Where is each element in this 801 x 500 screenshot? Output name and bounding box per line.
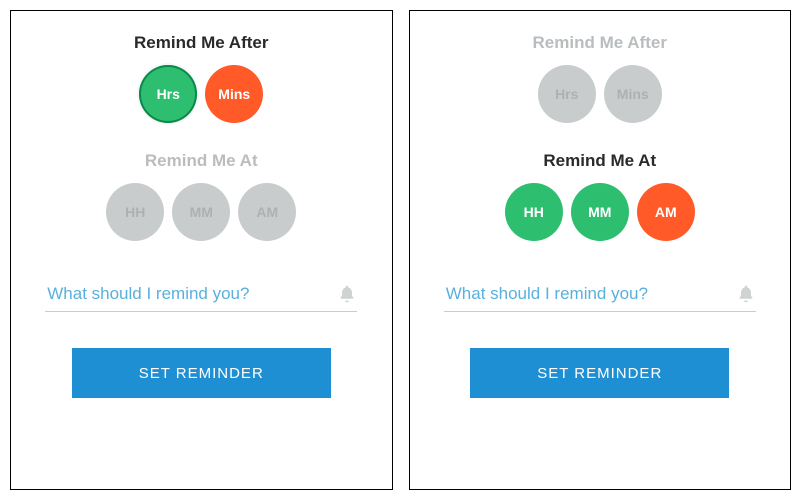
remind-after-row: Hrs Mins <box>139 65 263 123</box>
reminder-input-row <box>444 277 756 312</box>
hours-selector[interactable]: Hrs <box>538 65 596 123</box>
remind-at-row: HH MM AM <box>505 183 695 241</box>
reminder-panel-right: Remind Me After Hrs Mins Remind Me At HH… <box>409 10 792 490</box>
reminder-input-row <box>45 277 357 312</box>
reminder-text-input[interactable] <box>444 283 736 305</box>
bell-icon <box>337 284 357 304</box>
ampm-selector[interactable]: AM <box>637 183 695 241</box>
ampm-selector[interactable]: AM <box>238 183 296 241</box>
set-reminder-button[interactable]: SET REMINDER <box>470 348 729 398</box>
reminder-panel-left: Remind Me After Hrs Mins Remind Me At HH… <box>10 10 393 490</box>
minutes-selector[interactable]: Mins <box>205 65 263 123</box>
minute-selector[interactable]: MM <box>172 183 230 241</box>
minutes-selector[interactable]: Mins <box>604 65 662 123</box>
hour-selector[interactable]: HH <box>106 183 164 241</box>
bell-icon <box>736 284 756 304</box>
hours-selector[interactable]: Hrs <box>139 65 197 123</box>
minute-selector[interactable]: MM <box>571 183 629 241</box>
remind-after-title: Remind Me After <box>533 33 667 53</box>
remind-at-row: HH MM AM <box>106 183 296 241</box>
remind-after-title: Remind Me After <box>134 33 268 53</box>
remind-after-row: Hrs Mins <box>538 65 662 123</box>
set-reminder-button[interactable]: SET REMINDER <box>72 348 331 398</box>
remind-at-title: Remind Me At <box>145 151 258 171</box>
reminder-text-input[interactable] <box>45 283 337 305</box>
hour-selector[interactable]: HH <box>505 183 563 241</box>
remind-at-title: Remind Me At <box>543 151 656 171</box>
